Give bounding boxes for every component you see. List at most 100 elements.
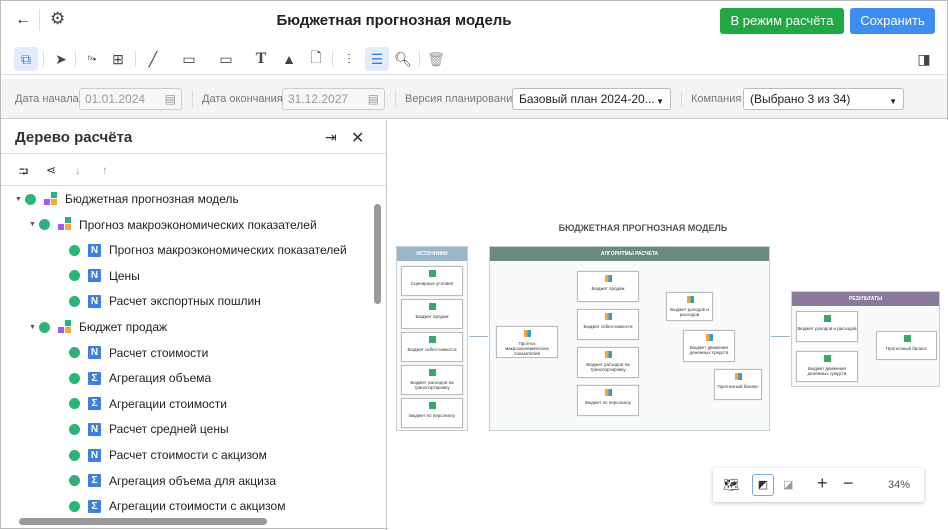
- diagram-node[interactable]: Бюджет доходов и расходов: [666, 292, 713, 321]
- horizontal-scrollbar[interactable]: [19, 518, 267, 525]
- tree-item[interactable]: Σ Агрегации стоимости с акцизом: [69, 494, 285, 517]
- status-dot: [69, 449, 80, 461]
- map-icon[interactable]: 🗺︎: [723, 477, 740, 493]
- tree-item[interactable]: N Расчет стоимости: [69, 341, 208, 365]
- tree-item[interactable]: N Расчет экспортных пошлин: [69, 289, 261, 313]
- tree-item[interactable]: Σ Агрегации стоимости: [69, 392, 227, 416]
- results-header: РЕЗУЛЬТАТЫ: [792, 292, 939, 306]
- status-dot: [39, 219, 50, 231]
- tree-item-label: Прогноз макроэкономических показателей: [79, 217, 317, 232]
- caret-down-icon[interactable]: ▼: [29, 324, 39, 331]
- search-icon[interactable]: 🔍︎: [391, 47, 415, 71]
- fit-icon[interactable]: ◩: [752, 474, 774, 496]
- start-date-field[interactable]: 01.01.2024 ▤: [79, 88, 182, 110]
- chevron-down-icon: ▼: [889, 97, 897, 106]
- settings-sliders-icon[interactable]: ⫶: [337, 47, 361, 71]
- line-icon[interactable]: ╱: [141, 47, 165, 71]
- tree-item-label: Бюджет продаж: [79, 320, 168, 334]
- image-icon[interactable]: ▲: [277, 47, 301, 71]
- sources-group: ИСТОЧНИКИ Сценарные условия Бюджет продаж…: [396, 246, 468, 431]
- tree-item[interactable]: N Цены: [69, 264, 140, 288]
- divider: [419, 51, 420, 67]
- actual-size-icon[interactable]: ◪: [783, 478, 793, 491]
- rectangle-icon[interactable]: ▭: [177, 47, 201, 71]
- tree-item-label: Прогноз макроэкономических показателей: [109, 243, 347, 258]
- tree-item[interactable]: ▼ Прогноз макроэкономических показателей: [29, 213, 317, 237]
- diagram-node[interactable]: Прогнозный баланс: [876, 331, 937, 360]
- model-icon: [58, 217, 71, 231]
- diagram-node[interactable]: Бюджет расходов на транспортировку: [401, 365, 463, 395]
- toggle-icon[interactable]: ☰: [365, 47, 389, 71]
- diagram-node[interactable]: Бюджет продаж: [401, 299, 463, 329]
- formula-icon[interactable]: ᶠˣ▪: [80, 47, 104, 71]
- version-select[interactable]: Базовый план 2024-20... ▼: [512, 88, 671, 110]
- caret-down-icon[interactable]: ▼: [15, 196, 25, 203]
- diagram-node[interactable]: Бюджет себестоимости: [577, 309, 639, 340]
- diagram-node[interactable]: Бюджет по персоналу: [401, 398, 463, 428]
- tree-item-label: Расчет стоимости с акцизом: [109, 448, 267, 462]
- status-dot: [39, 321, 50, 333]
- add-element-icon[interactable]: ⮒: [19, 163, 28, 184]
- tree-item-label: Цены: [109, 268, 140, 283]
- divider: [332, 51, 333, 67]
- add-block-icon[interactable]: ⊞: [106, 47, 130, 71]
- panel-title: Дерево расчёта: [15, 129, 133, 146]
- diagram-node[interactable]: Бюджет расходов на транспортировку: [577, 347, 639, 378]
- calculation-icon: N: [88, 243, 101, 257]
- sum-icon: Σ: [88, 499, 101, 513]
- tree-item-label: Расчет экспортных пошлин: [109, 294, 261, 309]
- collapse-panel-icon[interactable]: ⇥: [325, 129, 337, 146]
- select-pointer-icon[interactable]: ➤: [49, 47, 73, 71]
- sum-icon: Σ: [88, 474, 101, 488]
- sources-header: ИСТОЧНИКИ: [397, 247, 467, 261]
- diagram-node[interactable]: Бюджет по персоналу: [577, 385, 639, 416]
- status-dot: [69, 270, 80, 282]
- save-button[interactable]: Сохранить: [850, 8, 935, 34]
- tree-item[interactable]: Σ Агрегация объема для акциза: [69, 469, 276, 493]
- vertical-scrollbar[interactable]: [374, 204, 381, 304]
- move-down-icon[interactable]: ↓: [75, 163, 81, 177]
- zoom-out-icon[interactable]: −: [843, 473, 854, 494]
- tree-item[interactable]: N Расчет средней цены: [69, 417, 229, 441]
- structure-icon[interactable]: ⧉: [14, 47, 38, 71]
- delete-icon[interactable]: 🗑︎: [424, 47, 448, 71]
- diagram-node[interactable]: Бюджет движения денежных средств: [796, 351, 858, 382]
- divider: [395, 91, 396, 107]
- version-value: Базовый план 2024-20...: [519, 92, 655, 106]
- connector: [469, 336, 488, 337]
- end-date-field[interactable]: 31.12.2027 ▤: [282, 88, 385, 110]
- diagram-node[interactable]: Бюджет себестоимости: [401, 332, 463, 362]
- zoom-in-icon[interactable]: +: [817, 473, 828, 494]
- zoom-level: 34%: [888, 479, 911, 491]
- tree-list: ▼ Бюджетная прогнозная модель ▼ Прогноз мак…: [1, 187, 371, 517]
- diagram-node[interactable]: Прогнозный баланс: [714, 369, 762, 400]
- diagram-node[interactable]: Прогноз макроэкономических показателей: [496, 326, 558, 358]
- connector: [771, 336, 790, 337]
- caret-down-icon[interactable]: ▼: [29, 221, 39, 228]
- panel-icon[interactable]: ◨: [912, 47, 936, 71]
- toolbar: ⧉ ➤ ᶠˣ▪ ⊞ ╱ ▭ ▭ T ▲ 🗋 ⫶ ☰ 🔍︎ 🗑︎ ◨: [1, 43, 947, 75]
- tree-item[interactable]: N Расчет стоимости с акцизом: [69, 443, 267, 467]
- header: ← ⚙ Бюджетная прогнозная модель В режим …: [1, 1, 948, 41]
- tree-item[interactable]: ▼ Бюджет продаж: [29, 315, 167, 339]
- calculation-icon: N: [88, 269, 101, 283]
- tree-item[interactable]: N Прогноз макроэкономических показателей: [69, 238, 347, 262]
- close-icon[interactable]: ✕: [351, 128, 364, 148]
- tree-item[interactable]: Σ Агрегация объема: [69, 366, 211, 390]
- algorithms-group: АЛГОРИТМЫ РАСЧЕТА Прогноз макроэкономиче…: [489, 246, 770, 431]
- diagram-node[interactable]: Бюджет доходов и расходов: [796, 311, 858, 342]
- diagram-node[interactable]: Сценарные условия: [401, 266, 463, 296]
- diagram-node[interactable]: Бюджет движения денежных средств: [683, 330, 735, 362]
- diagram-node[interactable]: Бюджет продаж: [577, 271, 639, 302]
- calc-mode-button[interactable]: В режим расчёта: [720, 8, 844, 34]
- tree-item[interactable]: ▼ Бюджетная прогнозная модель: [15, 187, 239, 211]
- callout-icon[interactable]: ▭: [214, 47, 238, 71]
- company-select[interactable]: (Выбрано 3 из 34) ▼: [743, 88, 904, 110]
- status-dot: [69, 295, 80, 307]
- end-date-label: Дата окончания: [202, 93, 283, 105]
- document-icon[interactable]: 🗋: [304, 47, 328, 71]
- tree-item-label: Агрегация объема: [109, 371, 212, 386]
- share-icon[interactable]: ⋖: [46, 163, 56, 177]
- move-up-icon[interactable]: ↑: [102, 163, 108, 177]
- text-icon[interactable]: T: [249, 47, 273, 71]
